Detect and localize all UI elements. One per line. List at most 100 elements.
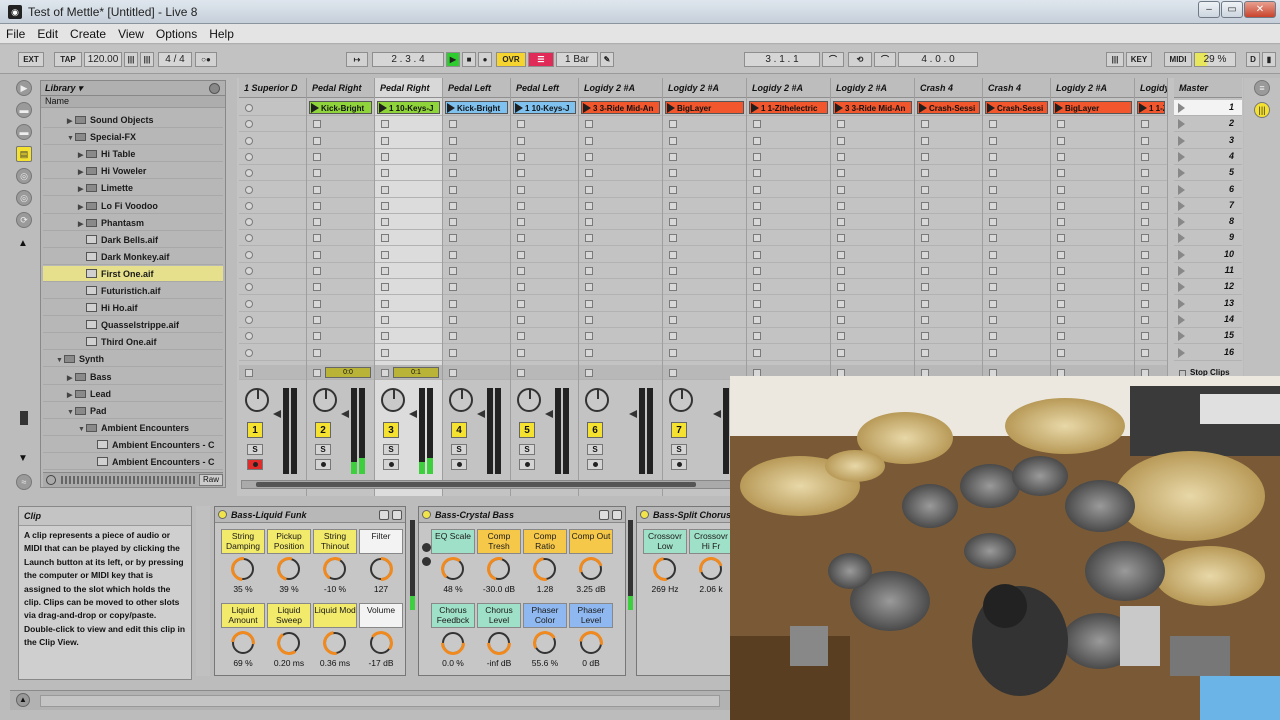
clip-slot[interactable]: [307, 296, 374, 312]
track-name[interactable]: Pedal Right: [375, 78, 442, 98]
slot-stop-icon[interactable]: [313, 283, 321, 292]
clip-slot[interactable]: [511, 345, 578, 361]
slot-stop-icon[interactable]: [517, 315, 525, 324]
browser-item[interactable]: Dark Monkey.aif: [43, 249, 223, 265]
rack-header[interactable]: Bass-Liquid Funk: [215, 507, 405, 523]
slot-stop-icon[interactable]: [585, 136, 593, 145]
file-browser-2-icon[interactable]: ◎: [16, 168, 32, 184]
macro-control[interactable]: Liquid Amount 69 %: [221, 603, 265, 673]
slot-stop-icon[interactable]: [313, 299, 321, 308]
slot-stop-icon[interactable]: [449, 267, 457, 275]
slot-stop-icon[interactable]: [669, 136, 677, 145]
clip-slot[interactable]: [375, 312, 442, 328]
macro-label[interactable]: Crossovr Hi Fr: [689, 529, 733, 554]
clip-slot[interactable]: [663, 263, 746, 279]
clip-slot[interactable]: [747, 116, 830, 133]
macro-knob[interactable]: [318, 626, 352, 660]
clip-slot[interactable]: [1135, 133, 1167, 149]
macro-knob[interactable]: [275, 629, 303, 657]
clip-slot[interactable]: Crash-Sessi: [915, 100, 982, 116]
slot-stop-icon[interactable]: [585, 234, 593, 243]
expand-arrow-icon[interactable]: ▶: [67, 388, 75, 401]
slot-stop-icon[interactable]: [1141, 348, 1149, 357]
arm-record-button[interactable]: [587, 459, 603, 470]
macro-knob[interactable]: [574, 552, 608, 586]
clip-slot[interactable]: [915, 182, 982, 198]
clip-slot[interactable]: [443, 263, 510, 279]
plugins-icon[interactable]: ▬: [16, 102, 32, 118]
solo-button[interactable]: S: [519, 444, 535, 455]
clip-slot[interactable]: [831, 133, 914, 149]
slot-stop-icon[interactable]: [1141, 201, 1149, 210]
metronome-button[interactable]: ○●: [195, 52, 217, 67]
clip-slot[interactable]: [375, 116, 442, 133]
slot-stop-icon[interactable]: [449, 152, 457, 161]
track-stop-icon[interactable]: [381, 369, 389, 377]
slot-stop-icon[interactable]: [837, 120, 845, 129]
solo-button[interactable]: S: [671, 444, 687, 455]
scene-launch-icon[interactable]: [1178, 331, 1185, 342]
clip-slot[interactable]: [915, 328, 982, 345]
clip[interactable]: Kick-Bright: [309, 101, 372, 114]
slot-record-icon[interactable]: [245, 283, 253, 292]
clip-slot[interactable]: Kick-Bright: [443, 100, 510, 116]
tempo-field[interactable]: 120.00: [84, 52, 122, 67]
slot-stop-icon[interactable]: [753, 218, 761, 227]
clip-slot[interactable]: 1 1-Zithelectric: [747, 100, 830, 116]
key-map-icon[interactable]: |||: [1106, 52, 1124, 67]
clip-slot[interactable]: [239, 214, 306, 231]
scene-launch[interactable]: 14: [1174, 312, 1242, 328]
loop-length-field[interactable]: 4 . 0 . 0: [898, 52, 978, 67]
slot-stop-icon[interactable]: [1057, 299, 1065, 308]
macro-knob[interactable]: [528, 552, 562, 586]
clip-slot[interactable]: [443, 198, 510, 214]
slot-stop-icon[interactable]: [449, 136, 457, 145]
clip-slot[interactable]: [663, 230, 746, 247]
clip-launch-icon[interactable]: [447, 103, 455, 113]
macro-knob[interactable]: [226, 552, 260, 586]
clip-slot[interactable]: [663, 149, 746, 165]
clip-slot[interactable]: [1135, 230, 1167, 247]
track-stop-icon[interactable]: [245, 369, 253, 377]
slot-stop-icon[interactable]: [1141, 169, 1149, 178]
slot-stop-icon[interactable]: [669, 315, 677, 324]
clip-slot[interactable]: [375, 230, 442, 247]
clip-slot[interactable]: [579, 198, 662, 214]
macro-label[interactable]: Comp Out: [569, 529, 613, 554]
macro-knob[interactable]: [272, 552, 306, 586]
track-activator-button[interactable]: 2: [315, 422, 331, 438]
pan-knob[interactable]: [381, 388, 405, 412]
slot-stop-icon[interactable]: [753, 315, 761, 324]
slot-stop-icon[interactable]: [669, 332, 677, 341]
clip-slot[interactable]: [831, 149, 914, 165]
clip-slot[interactable]: [239, 345, 306, 361]
slot-stop-icon[interactable]: [753, 332, 761, 341]
expand-arrow-icon[interactable]: ▶: [78, 182, 86, 195]
clip-slot[interactable]: [443, 312, 510, 328]
solo-button[interactable]: S: [587, 444, 603, 455]
clip-launch-icon[interactable]: [987, 103, 995, 113]
clip-slot[interactable]: [511, 296, 578, 312]
track-stop-icon[interactable]: [517, 369, 525, 377]
expand-arrow-icon[interactable]: ▶: [78, 165, 86, 178]
slot-stop-icon[interactable]: [989, 120, 997, 129]
macro-control[interactable]: Crossovr Low 269 Hz: [643, 529, 687, 599]
macro-control[interactable]: Phaser Color 55.6 %: [523, 603, 567, 673]
clip[interactable]: 1 1-Z: [1137, 101, 1165, 114]
session-view-toggle-icon[interactable]: ≡: [1254, 80, 1270, 96]
macro-control[interactable]: String Damping 35 %: [221, 529, 265, 599]
pan-knob[interactable]: [669, 388, 693, 412]
clip[interactable]: Kick-Bright: [445, 101, 508, 114]
slot-stop-icon[interactable]: [449, 120, 457, 129]
expand-arrow-icon[interactable]: ▶: [78, 148, 86, 161]
slot-stop-icon[interactable]: [753, 185, 761, 194]
slot-stop-icon[interactable]: [753, 283, 761, 292]
browser-item[interactable]: ▶ Lead: [43, 386, 223, 402]
slot-stop-icon[interactable]: [381, 267, 389, 275]
slot-stop-icon[interactable]: [921, 201, 929, 210]
slot-stop-icon[interactable]: [585, 332, 593, 341]
clip-slot[interactable]: [831, 247, 914, 263]
macro-control[interactable]: EQ Scale 48 %: [431, 529, 475, 599]
clip-slot[interactable]: Kick-Bright: [307, 100, 374, 116]
slot-stop-icon[interactable]: [449, 250, 457, 259]
